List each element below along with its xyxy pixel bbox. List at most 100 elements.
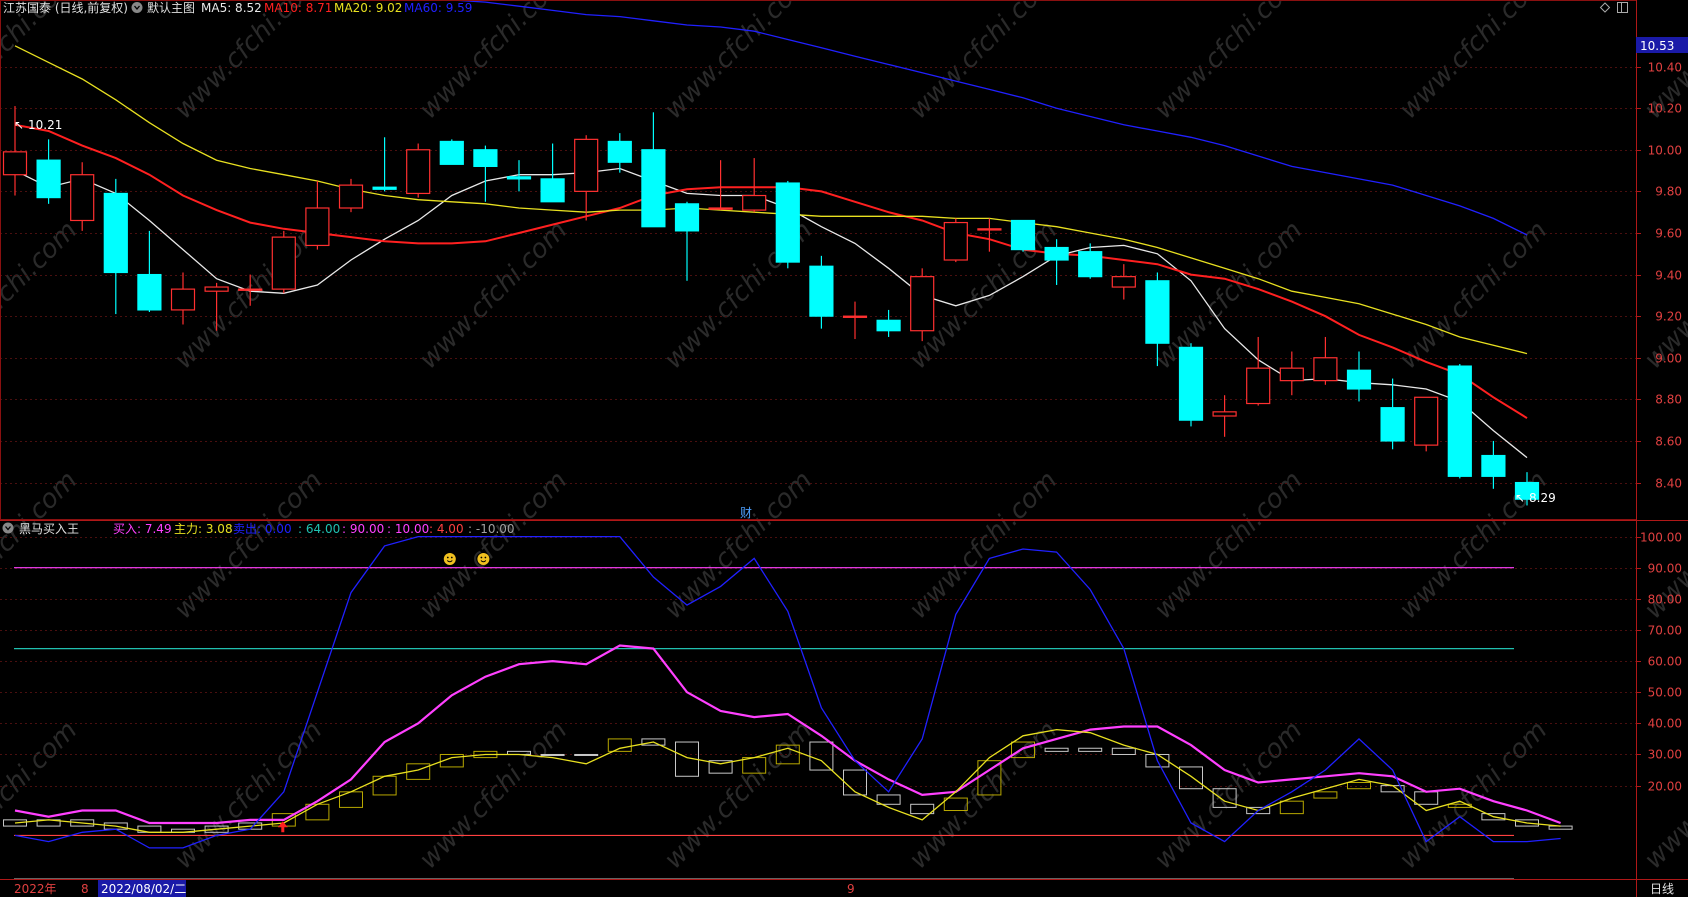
main-force-box [876,794,901,805]
indicator-tick-label: 30.00 [1648,748,1682,762]
candle[interactable] [607,133,632,173]
indicator-tick-label: 70.00 [1648,624,1682,638]
candle[interactable] [641,112,666,228]
candle[interactable] [103,178,128,315]
indicator-tick-label: 40.00 [1648,717,1682,731]
main-force-box [372,775,397,796]
price-tick-label: 9.80 [1655,185,1682,199]
candle[interactable] [439,139,464,165]
const-neg10-label: : -10.00 [468,522,515,536]
candle[interactable] [338,178,364,213]
price-tick-label: 9.60 [1655,227,1682,241]
candle[interactable] [473,145,498,202]
smiley-face [443,553,456,565]
stock-title: 江苏国泰 (日线,前复权) [3,0,128,15]
candle-body [103,192,128,274]
main-force-box [1279,800,1304,815]
cursor-date-label: 2022/08/02/二 [101,882,186,896]
candle[interactable] [1447,364,1472,479]
candle[interactable] [775,180,800,269]
watermark-text: www.cfchi.com [1149,215,1309,375]
candle[interactable] [1346,351,1372,402]
const-64-label: : 64.00 [298,522,340,536]
candle-body [338,184,364,209]
price-tick-label: 9.40 [1655,269,1682,283]
watermark-text: www.cfchi.com [904,0,1064,125]
candle[interactable] [977,218,1002,252]
candle[interactable] [406,143,431,198]
candle[interactable] [1111,264,1136,300]
indicator-dropdown-icon[interactable] [2,522,14,534]
candle[interactable] [809,255,834,329]
candle-body [910,276,935,332]
candle-body [1414,396,1439,446]
main-force-box [540,753,565,756]
candle[interactable] [1380,378,1405,450]
candle[interactable] [842,301,868,340]
main-force-box [1111,747,1136,755]
candle[interactable] [1010,219,1036,252]
candle[interactable] [708,160,733,211]
diamond-icon[interactable] [1599,2,1611,13]
smiley-eye [446,556,449,559]
candle[interactable] [540,143,565,203]
candle[interactable] [574,135,599,221]
candle[interactable] [70,162,95,231]
candle-body [1078,251,1103,278]
watermark-text: www.cfchi.com [904,465,1064,625]
candle[interactable] [1178,343,1204,427]
indicator-title[interactable]: 黑马买入王 [19,522,79,536]
candle[interactable] [1313,336,1338,385]
candle[interactable] [372,137,397,192]
finance-marker[interactable]: 财 [740,506,752,520]
candle[interactable] [1212,395,1237,437]
candle-body [1212,411,1237,417]
period-label[interactable]: 日线 [1650,882,1674,896]
candle[interactable] [674,201,700,281]
smiley-eye [480,556,483,559]
sell-value-label: 卖出: 0.00 [233,522,292,536]
candle-body [1380,407,1405,442]
candle-body [641,149,666,228]
candle-body [876,319,901,332]
main-force-box [1078,747,1103,752]
candle-body [977,228,1002,231]
year-label: 2022年 [14,882,57,896]
main-chart-label[interactable]: 默认主图 [147,0,195,15]
watermark-text: www.cfchi.com [1394,215,1554,375]
const-10-label: : 10.00 [387,522,429,536]
window-icon[interactable] [1617,2,1628,13]
price-tick-label: 10.40 [1648,61,1682,75]
main-force-box [574,753,599,756]
candle[interactable] [1279,351,1304,396]
watermark-text: www.cfchi.com [414,0,574,125]
candle[interactable] [1414,396,1439,452]
price-tick-label: 10.20 [1648,102,1682,116]
dropdown-icon[interactable] [131,2,143,13]
candle-body [137,273,162,311]
candle-body [1346,369,1372,390]
smiley-eye [450,556,453,559]
watermark-text: www.cfchi.com [0,0,83,125]
indicator-tick-label: 100.00 [1640,531,1682,545]
candle[interactable] [271,230,296,294]
candle-body [1178,346,1204,421]
candle[interactable] [1481,440,1506,489]
candle[interactable] [943,218,968,263]
candle[interactable] [36,139,61,204]
candle[interactable] [742,158,767,213]
candle[interactable] [1246,336,1271,406]
price-tick-label: 8.80 [1655,393,1682,407]
main-force-box [1548,825,1573,830]
stock-chart[interactable]: www.cfchi.com www.cfchi.com www.cfchi.com w… [0,0,1688,897]
candle[interactable] [876,309,901,337]
candle-body [1313,357,1338,382]
candle[interactable] [910,268,935,342]
candle[interactable] [1078,243,1103,279]
indicator-tick-label: 60.00 [1648,655,1682,669]
candle[interactable] [137,230,162,312]
watermark-text: www.cfchi.com [1639,715,1688,875]
watermark-text: www.cfchi.com [1149,715,1309,875]
price-tick-label: 8.60 [1655,435,1682,449]
indicator-tick-label: 50.00 [1648,686,1682,700]
